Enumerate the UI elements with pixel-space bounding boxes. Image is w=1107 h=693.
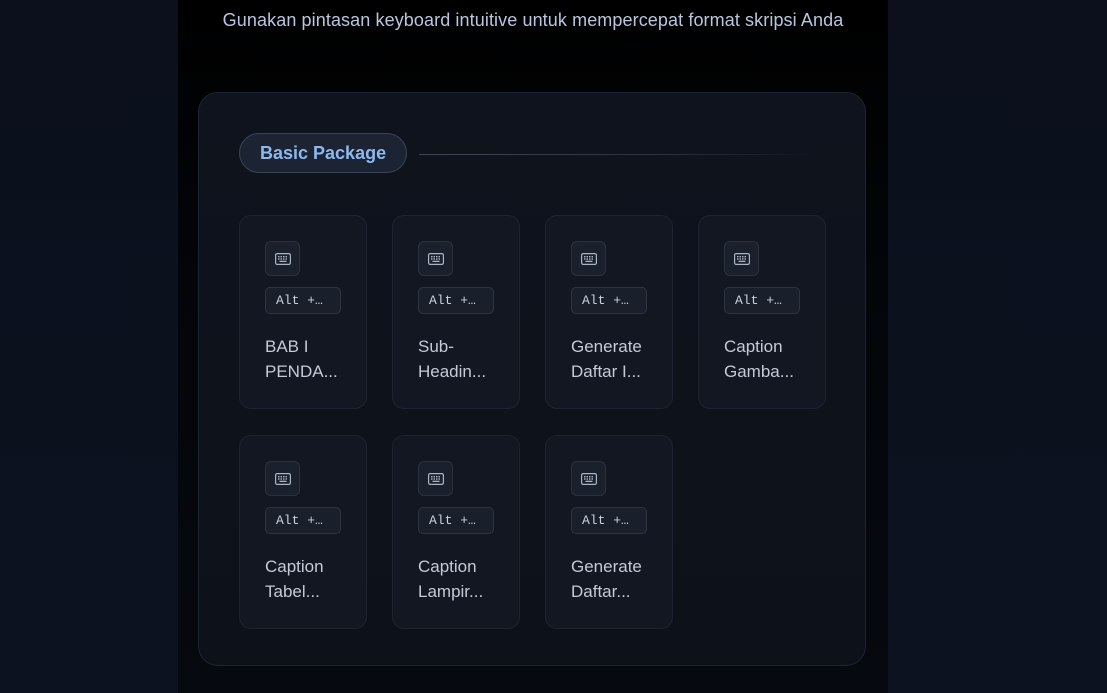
keyboard-icon [265, 461, 300, 496]
keyboard-icon [571, 461, 606, 496]
keyboard-icon [724, 241, 759, 276]
shortcut-card[interactable]: Alt +… Caption Lampir... [392, 435, 520, 629]
shortcut-title: Generate Daftar I... [571, 337, 642, 381]
package-badge[interactable]: Basic Package [239, 133, 408, 173]
shortcut-card[interactable]: Alt +… Caption Gamba... [698, 215, 826, 409]
keyboard-icon [571, 241, 606, 276]
shortcut-title: Caption Lampir... [418, 557, 484, 601]
keyboard-icon [265, 241, 300, 276]
shortcut-card[interactable]: Alt +… Sub- Headin... [392, 215, 520, 409]
keyboard-icon [418, 461, 453, 496]
shortcut-key: Alt +… [418, 287, 494, 314]
keyboard-icon [418, 241, 453, 276]
page-subtitle: Gunakan pintasan keyboard intuitive untu… [222, 10, 844, 30]
shortcut-card[interactable]: Alt +… Generate Daftar... [545, 435, 673, 629]
shortcut-card[interactable]: Alt +… BAB I PENDA... [239, 215, 367, 409]
shortcut-card[interactable]: Alt +… Caption Tabel... [239, 435, 367, 629]
shortcut-title: Caption Tabel... [265, 557, 324, 601]
shortcut-key: Alt +… [265, 287, 341, 314]
package-panel: Basic Package Alt +… BAB I PENDA... Alt +… [198, 92, 866, 666]
shortcut-key: Alt +… [724, 287, 800, 314]
shortcut-title: Sub- Headin... [418, 337, 487, 381]
shortcut-card[interactable]: Alt +… Generate Daftar I... [545, 215, 673, 409]
divider [419, 154, 819, 155]
shortcut-grid: Alt +… BAB I PENDA... Alt +… Sub- Headin..… [239, 215, 829, 629]
shortcut-title: Caption Gamba... [724, 337, 794, 381]
shortcut-key: Alt +… [571, 287, 647, 314]
shortcut-title: Generate Daftar... [571, 557, 642, 601]
shortcut-title: BAB I PENDA... [265, 337, 338, 381]
shortcut-key: Alt +… [571, 507, 647, 534]
shortcut-key: Alt +… [418, 507, 494, 534]
shortcut-key: Alt +… [265, 507, 341, 534]
